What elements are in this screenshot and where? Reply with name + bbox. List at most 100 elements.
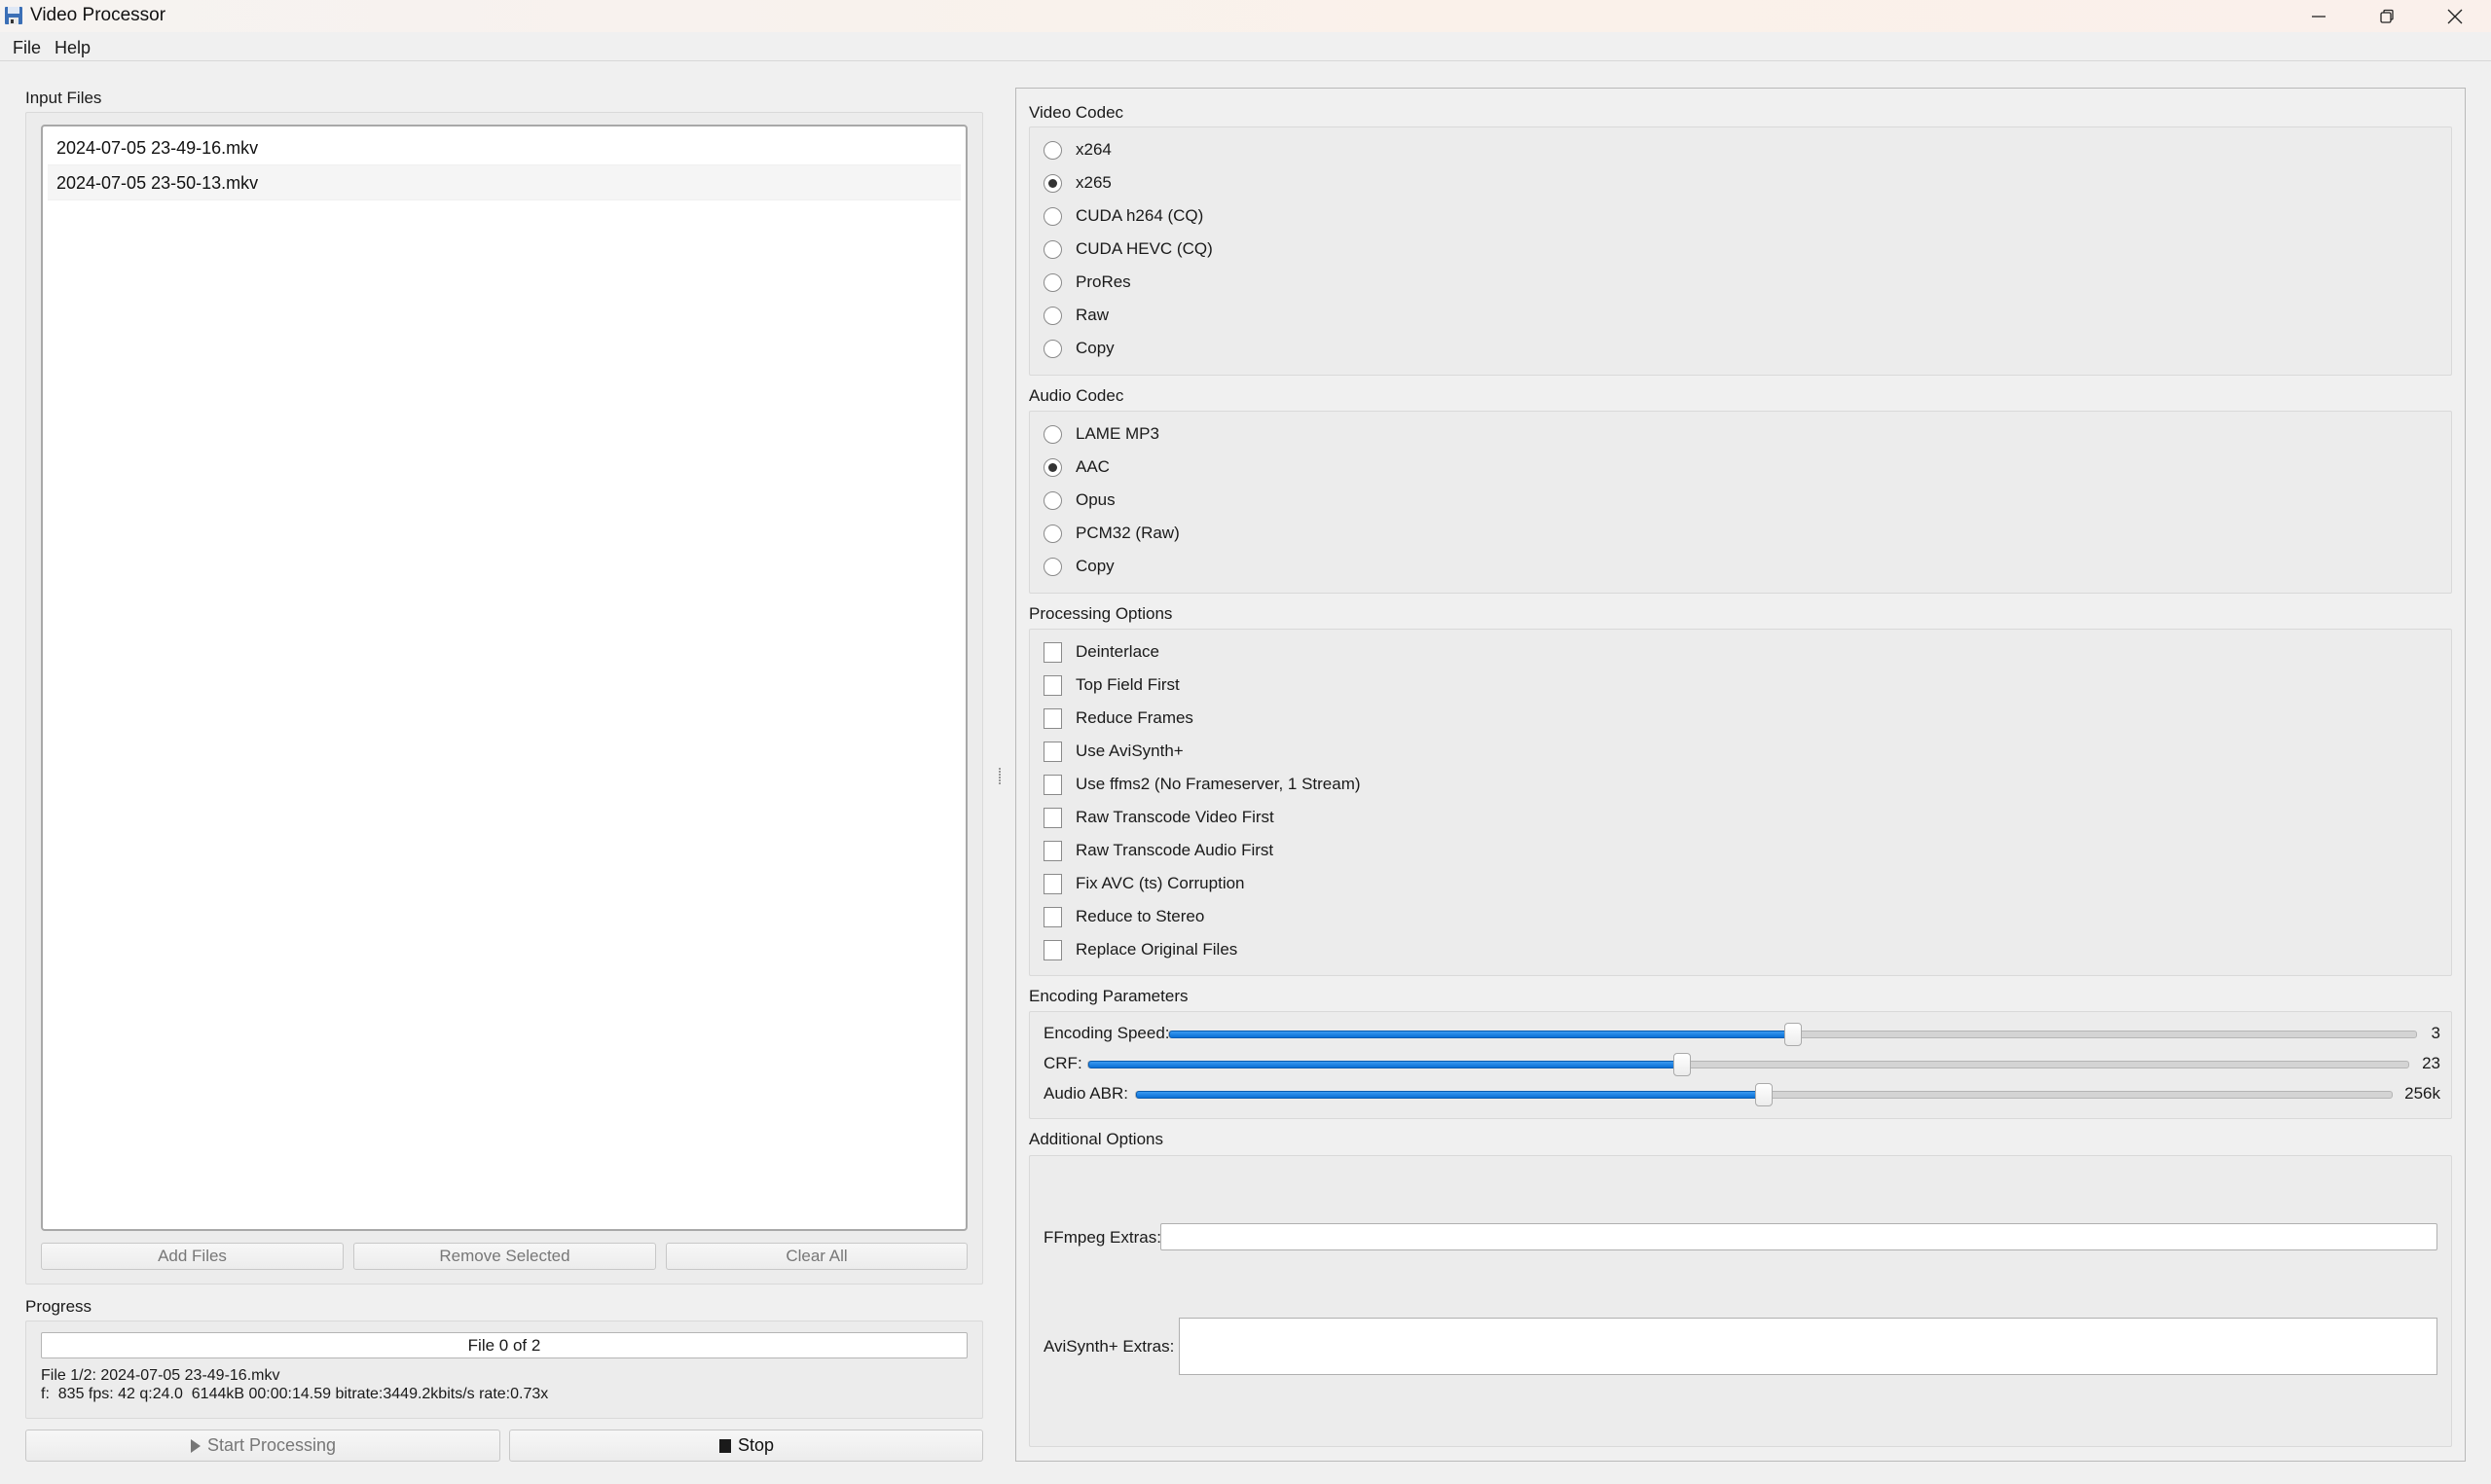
checkbox[interactable] xyxy=(1044,741,1062,762)
close-icon xyxy=(2447,9,2463,23)
option-label: Deinterlace xyxy=(1076,642,1159,661)
video-codec-option-label: Copy xyxy=(1076,339,1115,357)
remove-selected-button[interactable]: Remove Selected xyxy=(353,1243,656,1270)
splitter-handle[interactable] xyxy=(998,768,1002,785)
audio-codec-group xyxy=(1029,411,2452,594)
radio-selected-dot xyxy=(1048,178,1057,188)
option-label: Top Field First xyxy=(1076,675,1180,694)
radio-button[interactable] xyxy=(1044,306,1062,325)
radio-button[interactable] xyxy=(1044,557,1062,576)
checkbox[interactable] xyxy=(1044,840,1062,861)
checkbox[interactable] xyxy=(1044,707,1062,729)
video-codec-option-cuda-h264-cq[interactable]: CUDA h264 (CQ) xyxy=(1044,203,1203,229)
video-codec-option-x265[interactable]: x265 xyxy=(1044,170,1112,196)
video-codec-option-label: CUDA HEVC (CQ) xyxy=(1076,239,1213,258)
start-processing-button[interactable]: Start Processing xyxy=(25,1430,500,1462)
option-top-field-first[interactable]: Top Field First xyxy=(1044,672,1180,698)
audio-abr-slider-handle[interactable] xyxy=(1755,1083,1773,1106)
radio-button[interactable] xyxy=(1044,173,1062,193)
option-label: Use ffms2 (No Frameserver, 1 Stream) xyxy=(1076,775,1361,793)
checkbox[interactable] xyxy=(1044,906,1062,927)
radio-button[interactable] xyxy=(1044,490,1062,510)
processing-options-title: Processing Options xyxy=(1029,604,1173,623)
input-files-title: Input Files xyxy=(25,89,102,107)
audio-codec-option-opus[interactable]: Opus xyxy=(1044,488,1116,513)
radio-button[interactable] xyxy=(1044,239,1062,259)
option-reduce-to-stereo[interactable]: Reduce to Stereo xyxy=(1044,904,1204,929)
option-deinterlace[interactable]: Deinterlace xyxy=(1044,639,1159,665)
radio-button[interactable] xyxy=(1044,424,1062,444)
radio-button[interactable] xyxy=(1044,457,1062,477)
option-use-avisynth[interactable]: Use AviSynth+ xyxy=(1044,739,1184,764)
audio-codec-option-pcm32-raw[interactable]: PCM32 (Raw) xyxy=(1044,521,1180,546)
processing-options-group xyxy=(1029,629,2452,976)
option-use-ffms2-no-frameserver-1-stream[interactable]: Use ffms2 (No Frameserver, 1 Stream) xyxy=(1044,772,1361,797)
audio-codec-option-aac[interactable]: AAC xyxy=(1044,454,1110,480)
video-codec-option-cuda-hevc-cq[interactable]: CUDA HEVC (CQ) xyxy=(1044,236,1213,262)
video-codec-option-prores[interactable]: ProRes xyxy=(1044,270,1131,295)
stop-button[interactable]: Stop xyxy=(509,1430,983,1462)
checkbox[interactable] xyxy=(1044,807,1062,828)
checkbox[interactable] xyxy=(1044,939,1062,960)
audio-abr-slider[interactable] xyxy=(1135,1083,2393,1106)
radio-button[interactable] xyxy=(1044,524,1062,543)
start-processing-label: Start Processing xyxy=(206,1435,337,1455)
video-codec-option-raw[interactable]: Raw xyxy=(1044,303,1109,328)
file-list-item[interactable]: 2024-07-05 23-50-13.mkv xyxy=(48,165,961,200)
option-replace-original-files[interactable]: Replace Original Files xyxy=(1044,937,1237,962)
ffmpeg-extras-label: FFmpeg Extras: xyxy=(1044,1228,1161,1247)
video-codec-option-label: x264 xyxy=(1076,140,1112,159)
add-files-button[interactable]: Add Files xyxy=(41,1243,344,1270)
file-list[interactable]: 2024-07-05 23-49-16.mkv 2024-07-05 23-50… xyxy=(41,125,968,1231)
encoding-parameters-title: Encoding Parameters xyxy=(1029,987,1189,1005)
radio-button[interactable] xyxy=(1044,272,1062,292)
audio-abr-value: 256k xyxy=(2404,1084,2440,1103)
video-codec-option-x264[interactable]: x264 xyxy=(1044,137,1112,163)
audio-codec-option-label: AAC xyxy=(1076,457,1110,476)
audio-codec-option-copy[interactable]: Copy xyxy=(1044,554,1115,579)
option-fix-avc-ts-corruption[interactable]: Fix AVC (ts) Corruption xyxy=(1044,871,1245,896)
radio-button[interactable] xyxy=(1044,206,1062,226)
audio-codec-title: Audio Codec xyxy=(1029,386,1124,405)
encoding-speed-label: Encoding Speed: xyxy=(1044,1024,1170,1042)
option-raw-transcode-audio-first[interactable]: Raw Transcode Audio First xyxy=(1044,838,1273,863)
crf-slider-fill xyxy=(1088,1061,1683,1068)
audio-codec-option-lame-mp3[interactable]: LAME MP3 xyxy=(1044,421,1159,447)
menu-bar: File Help xyxy=(0,32,2491,61)
checkbox[interactable] xyxy=(1044,641,1062,663)
checkbox[interactable] xyxy=(1044,674,1062,696)
video-codec-option-copy[interactable]: Copy xyxy=(1044,336,1115,361)
file-list-item[interactable]: 2024-07-05 23-49-16.mkv xyxy=(48,130,961,165)
audio-abr-label: Audio ABR: xyxy=(1044,1084,1128,1103)
video-codec-option-label: CUDA h264 (CQ) xyxy=(1076,206,1204,225)
crf-value: 23 xyxy=(2422,1054,2440,1072)
status-current-file: File 1/2: 2024-07-05 23-49-16.mkv xyxy=(41,1367,280,1384)
radio-selected-dot xyxy=(1048,462,1057,472)
crf-slider-handle[interactable] xyxy=(1673,1053,1692,1076)
progress-title: Progress xyxy=(25,1297,92,1316)
status-encode-stats: f: 835 fps: 42 q:24.0 6144kB 00:00:14.59… xyxy=(41,1386,549,1402)
option-label: Raw Transcode Video First xyxy=(1076,808,1274,826)
option-label: Reduce to Stereo xyxy=(1076,907,1205,925)
checkbox[interactable] xyxy=(1044,774,1062,795)
avisynth-extras-input[interactable] xyxy=(1179,1318,2437,1375)
checkbox[interactable] xyxy=(1044,873,1062,894)
video-codec-group xyxy=(1029,127,2452,376)
close-button[interactable] xyxy=(2421,0,2489,32)
ffmpeg-extras-input[interactable] xyxy=(1160,1223,2437,1250)
menu-help[interactable]: Help xyxy=(55,36,91,60)
radio-button[interactable] xyxy=(1044,339,1062,358)
minimize-button[interactable] xyxy=(2285,0,2353,32)
video-codec-option-label: Raw xyxy=(1076,306,1110,324)
option-raw-transcode-video-first[interactable]: Raw Transcode Video First xyxy=(1044,805,1274,830)
restore-button[interactable] xyxy=(2353,0,2421,32)
menu-file[interactable]: File xyxy=(13,36,41,60)
clear-all-button[interactable]: Clear All xyxy=(666,1243,968,1270)
radio-button[interactable] xyxy=(1044,140,1062,160)
encoding-speed-slider[interactable] xyxy=(1168,1023,2417,1046)
minimize-icon xyxy=(2312,15,2326,18)
option-reduce-frames[interactable]: Reduce Frames xyxy=(1044,706,1193,731)
restore-icon xyxy=(2380,9,2394,23)
crf-slider[interactable] xyxy=(1087,1053,2409,1076)
encoding-speed-slider-handle[interactable] xyxy=(1783,1023,1802,1046)
